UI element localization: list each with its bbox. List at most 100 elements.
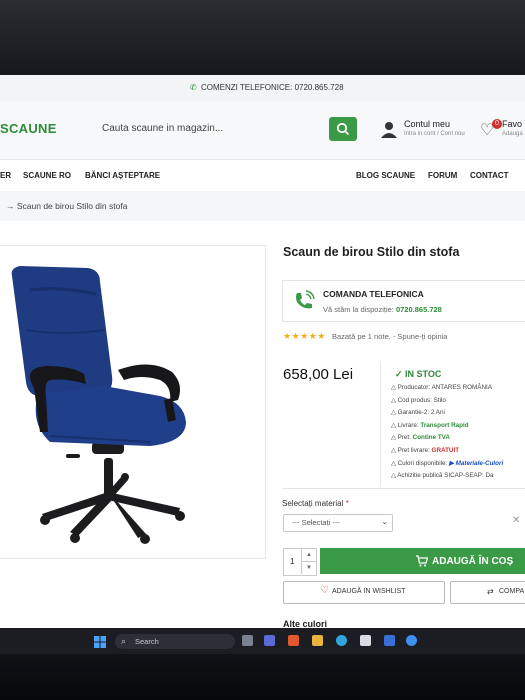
remote-desktop-icon[interactable] bbox=[384, 635, 395, 646]
phone-order-subtitle: Vă stăm la dispoziție: 0720.865.728 bbox=[323, 305, 442, 314]
teams-icon[interactable] bbox=[264, 635, 275, 646]
phone-order-title: COMANDA TELEFONICA bbox=[323, 289, 424, 299]
spec-item: △ Pret livrare: GRATUIT bbox=[391, 447, 503, 460]
breadcrumb[interactable]: → Scaun de birou Stilo din stofa bbox=[6, 201, 127, 211]
office-icon[interactable] bbox=[288, 635, 299, 646]
site-header: SCAUNE Cauta scaune in magazin... Contul… bbox=[0, 101, 525, 159]
nav-item-forum[interactable]: FORUM bbox=[428, 171, 457, 180]
warning-triangle-icon: △ bbox=[391, 421, 398, 429]
phone-icon: ✆ bbox=[190, 83, 197, 92]
taskbar-search-label: Search bbox=[135, 637, 159, 646]
phone-order-box: COMANDA TELEFONICA Vă stăm la dispoziție… bbox=[282, 280, 525, 322]
phone-order-number[interactable]: 0720.865.728 bbox=[396, 305, 442, 314]
spec-item: △ Achizitie publică SICAP-SEAP: Da bbox=[391, 472, 503, 485]
decrement-icon[interactable]: ▼ bbox=[301, 562, 316, 574]
add-to-cart-button[interactable]: ADAUGĂ ÎN COȘ bbox=[320, 548, 525, 574]
stock-label: IN STOC bbox=[405, 369, 442, 379]
calendar-icon[interactable] bbox=[360, 635, 371, 646]
spec-value: 2 Ani bbox=[430, 409, 445, 417]
product-image-frame bbox=[0, 245, 266, 559]
phone-call-icon bbox=[296, 290, 315, 309]
edge-icon[interactable] bbox=[336, 635, 347, 646]
search-icon: ⌕ bbox=[121, 636, 127, 646]
spec-value: Da bbox=[485, 472, 494, 480]
material-label-text: Selectați material bbox=[282, 499, 344, 508]
spec-key: Achizitie publică SICAP-SEAP: bbox=[397, 472, 484, 480]
clear-icon[interactable]: ✕ bbox=[512, 515, 520, 526]
spec-value[interactable]: ▶ Materiale-Culori bbox=[449, 460, 503, 467]
product-image-chair[interactable] bbox=[0, 246, 265, 558]
rating-text: Bazată pe 1 note. bbox=[331, 332, 391, 341]
spec-item: △ Producator: ANTARES ROMÂNIA bbox=[391, 384, 503, 397]
spec-value: GRATUIT bbox=[431, 446, 460, 454]
breadcrumb-bar: → Scaun de birou Stilo din stofa bbox=[0, 191, 525, 221]
material-select[interactable]: --- Selectați --- ⌄ bbox=[283, 514, 393, 532]
spec-item: △ Cod produs: Stilo bbox=[391, 397, 503, 410]
account-sublabel: Intra in cont / Cont nou bbox=[404, 131, 465, 137]
other-colors-heading: Alte culori bbox=[283, 619, 328, 628]
cart-icon bbox=[416, 555, 428, 567]
favorites-label: Favo bbox=[502, 119, 523, 129]
favorites-sublabel: Adauga bbox=[502, 131, 523, 137]
os-taskbar: ⌕ Search bbox=[0, 628, 525, 654]
spec-item: △ Garantie-2: 2 Ani bbox=[391, 409, 503, 422]
write-review-link[interactable]: Spune-ți opinia bbox=[397, 332, 447, 341]
spec-item: △ Livrare: Transport Rapid bbox=[391, 422, 503, 435]
file-explorer-icon[interactable] bbox=[312, 635, 323, 646]
search-button[interactable] bbox=[329, 117, 357, 141]
spec-value: Stilo bbox=[433, 396, 446, 404]
quantity-stepper[interactable]: 1 ▲ ▼ bbox=[283, 548, 317, 576]
rating-separator: - bbox=[392, 332, 396, 341]
quantity-value[interactable]: 1 bbox=[290, 557, 294, 566]
chevron-down-icon: ⌄ bbox=[381, 517, 388, 526]
monitor-bezel-top bbox=[0, 0, 525, 75]
user-icon bbox=[381, 122, 397, 138]
spec-item: △ Pret: Contine TVA bbox=[391, 434, 503, 447]
chrome-icon[interactable] bbox=[406, 635, 417, 646]
increment-icon[interactable]: ▲ bbox=[301, 549, 316, 562]
compare-icon: ⇄ bbox=[487, 587, 494, 596]
account-label: Contul meu bbox=[404, 119, 451, 129]
browser-page: ✆ COMENZI TELEFONICE: 0720.865.728 SCAUN… bbox=[0, 75, 525, 628]
spec-key: Pret: bbox=[397, 434, 411, 442]
rating-stars: ★★★★★ bbox=[283, 331, 326, 341]
divider bbox=[282, 488, 525, 489]
spec-key: Garantie-2: bbox=[397, 409, 430, 417]
search-input[interactable]: Cauta scaune in magazin... bbox=[102, 123, 223, 134]
spec-key: Cod produs: bbox=[397, 396, 432, 404]
spec-value: ANTARES ROMÂNIA bbox=[431, 384, 492, 391]
warning-triangle-icon: △ bbox=[391, 396, 398, 404]
nav-item-blog[interactable]: BLOG SCAUNE bbox=[356, 171, 415, 180]
stock-status: ✓ IN STOC bbox=[395, 369, 441, 380]
nav-item-partial[interactable]: ER bbox=[0, 171, 11, 180]
material-select-value: --- Selectați --- bbox=[292, 518, 340, 527]
taskbar-search[interactable]: ⌕ Search bbox=[115, 634, 235, 649]
add-to-wishlist-button[interactable]: ♡ ADAUGĂ IN WISHLIST bbox=[283, 581, 445, 604]
required-mark: * bbox=[345, 499, 349, 508]
warning-triangle-icon: △ bbox=[391, 384, 398, 391]
favorites-count-badge: 0 bbox=[492, 119, 502, 129]
spec-key: Culori disponibile: bbox=[397, 459, 448, 467]
compare-button[interactable]: ⇄ COMPA bbox=[450, 581, 525, 604]
phone-order-lead: Vă stăm la dispoziție: bbox=[323, 305, 394, 314]
nav-item-banci-asteptare[interactable]: BĂNCI AȘTEPTARE bbox=[85, 171, 160, 180]
spec-key: Producator: bbox=[397, 384, 431, 391]
task-view-icon[interactable] bbox=[242, 635, 253, 646]
warning-triangle-icon: △ bbox=[391, 409, 398, 417]
search-icon bbox=[336, 122, 350, 136]
rating-row: ★★★★★ Bazată pe 1 note. - Spune-ți opini… bbox=[283, 331, 447, 342]
nav-item-scaune-ro[interactable]: SCAUNE RO bbox=[23, 171, 71, 180]
product-title: Scaun de birou Stilo din stofa bbox=[283, 245, 460, 259]
add-to-cart-label: ADAUGĂ ÎN COȘ bbox=[432, 556, 514, 567]
nav-item-contact[interactable]: CONTACT bbox=[470, 171, 509, 180]
phone-banner-text: COMENZI TELEFONICE: 0720.865.728 bbox=[200, 83, 344, 92]
main-nav: ER SCAUNE RO BĂNCI AȘTEPTARE BLOG SCAUNE… bbox=[0, 159, 525, 193]
heart-icon: ♡ bbox=[320, 585, 329, 596]
spec-value: Transport Rapid bbox=[420, 421, 469, 429]
site-logo[interactable]: SCAUNE bbox=[0, 121, 57, 136]
wishlist-label: ADAUGĂ IN WISHLIST bbox=[332, 588, 406, 595]
windows-start-icon[interactable] bbox=[94, 636, 106, 648]
check-icon: ✓ bbox=[395, 369, 406, 379]
spec-item: △ Culori disponibile: ▶ Materiale-Culori bbox=[391, 460, 503, 473]
phone-banner: ✆ COMENZI TELEFONICE: 0720.865.728 bbox=[190, 83, 344, 92]
